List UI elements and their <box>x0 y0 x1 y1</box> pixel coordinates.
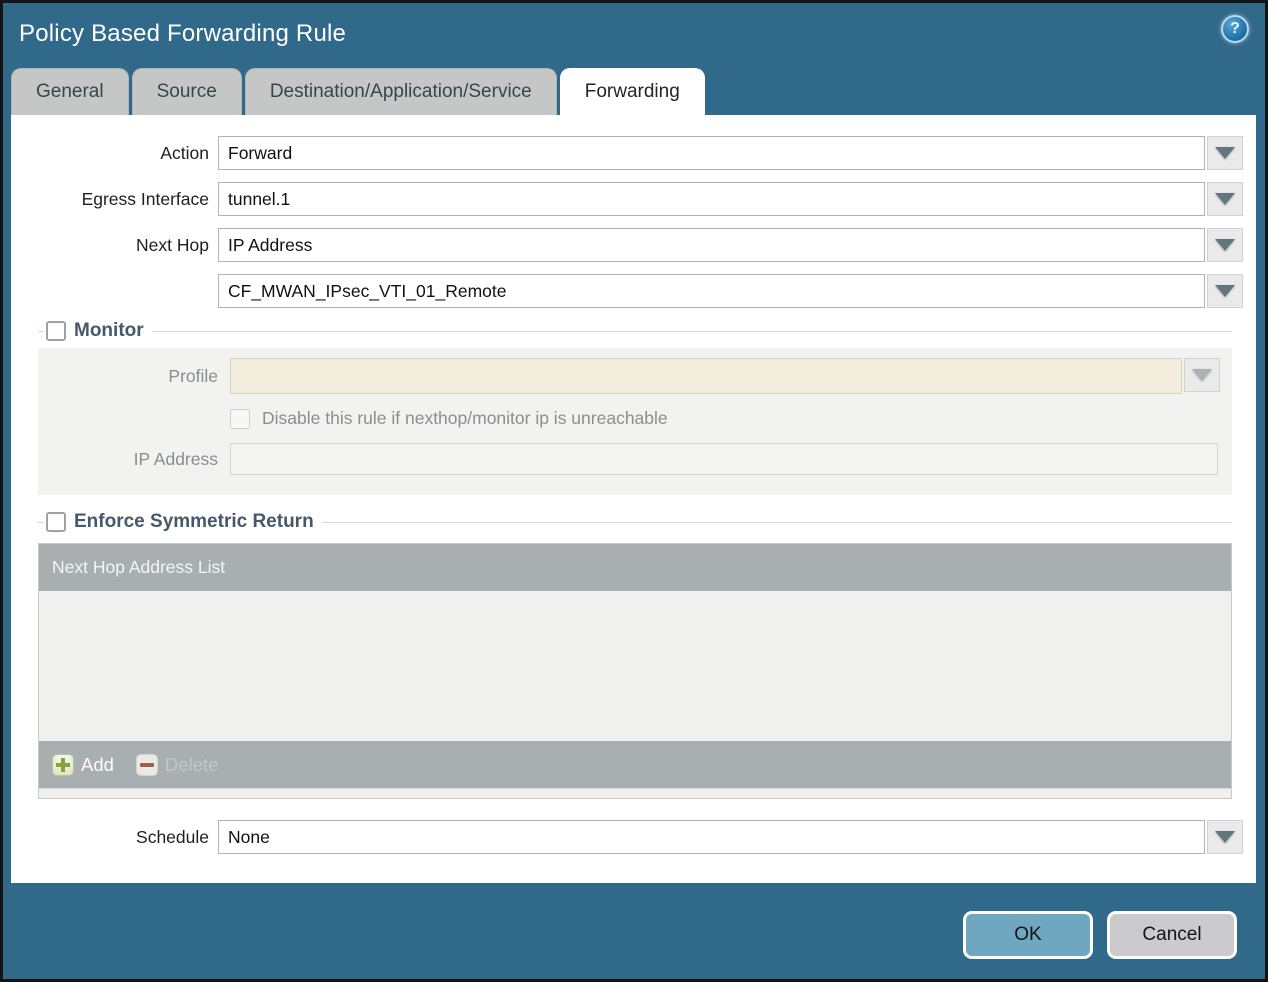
cancel-button[interactable]: Cancel <box>1107 911 1237 959</box>
monitor-legend-label: Monitor <box>74 320 144 341</box>
next-hop-label: Next Hop <box>136 234 209 255</box>
add-button[interactable]: Add <box>52 753 114 776</box>
action-label: Action <box>160 142 209 163</box>
tab-bar: General Source Destination/Application/S… <box>3 68 1265 115</box>
egress-interface-label: Egress Interface <box>81 188 209 209</box>
monitor-ip-address-row: IP Address <box>38 443 1220 475</box>
monitor-checkbox[interactable] <box>46 321 66 341</box>
next-hop-address-row <box>11 274 1243 308</box>
monitor-body: Profile Disable this rule if nexthop/mon… <box>38 348 1232 495</box>
chevron-down-icon <box>1215 285 1235 297</box>
schedule-label: Schedule <box>136 826 209 847</box>
egress-interface-row: Egress Interface <box>11 182 1243 216</box>
dialog-footer: OK Cancel <box>3 883 1265 979</box>
next-hop-address-input[interactable] <box>218 274 1205 308</box>
schedule-dropdown-button[interactable] <box>1207 820 1243 854</box>
egress-interface-dropdown-button[interactable] <box>1207 182 1243 216</box>
tab-label: Forwarding <box>584 81 680 102</box>
action-dropdown-button[interactable] <box>1207 136 1243 170</box>
horizontal-scrollbar[interactable] <box>38 788 1232 799</box>
chevron-down-icon <box>1215 239 1235 251</box>
profile-input <box>230 358 1182 394</box>
monitor-fieldset: Monitor Profile Disable this rule if nex… <box>38 320 1232 495</box>
add-plus-icon <box>52 753 74 776</box>
chevron-down-icon <box>1215 193 1235 205</box>
monitor-legend: Monitor <box>44 320 152 342</box>
tab-destination-application-service[interactable]: Destination/Application/Service <box>244 68 557 115</box>
next-hop-type-input[interactable] <box>218 228 1205 262</box>
delete-button: Delete <box>135 753 219 776</box>
tab-source[interactable]: Source <box>131 68 242 115</box>
table-footer: Add Delete <box>39 741 1231 788</box>
symmetric-return-legend: Enforce Symmetric Return <box>44 511 322 533</box>
next-hop-address-dropdown-button[interactable] <box>1207 274 1243 308</box>
schedule-row: Schedule <box>11 820 1243 854</box>
next-hop-row: Next Hop <box>11 228 1243 262</box>
disable-rule-row: Disable this rule if nexthop/monitor ip … <box>38 408 1220 429</box>
chevron-down-icon <box>1215 147 1235 159</box>
profile-row: Profile <box>38 358 1220 394</box>
symmetric-return-legend-label: Enforce Symmetric Return <box>74 511 314 532</box>
tab-label: Source <box>156 81 217 102</box>
chevron-down-icon <box>1192 369 1212 381</box>
next-hop-address-list-table: Next Hop Address List Add Delete <box>38 543 1232 788</box>
monitor-ip-address-label: IP Address <box>133 448 218 469</box>
table-header-label: Next Hop Address List <box>52 557 226 577</box>
tab-label: General <box>36 81 104 102</box>
forwarding-tab-panel: Action Egress Interface Next Hop <box>11 115 1256 883</box>
tab-general[interactable]: General <box>11 68 129 115</box>
help-glyph: ? <box>1230 20 1240 37</box>
action-row: Action <box>11 136 1243 170</box>
tab-label: Destination/Application/Service <box>269 81 532 102</box>
help-icon[interactable]: ? <box>1221 15 1249 43</box>
add-button-label: Add <box>81 753 114 775</box>
policy-based-forwarding-dialog: Policy Based Forwarding Rule ? General S… <box>0 0 1268 982</box>
table-header: Next Hop Address List <box>39 544 1231 591</box>
profile-label: Profile <box>168 365 218 386</box>
disable-rule-checkbox <box>230 408 250 429</box>
next-hop-type-dropdown-button[interactable] <box>1207 228 1243 262</box>
egress-interface-input[interactable] <box>218 182 1205 216</box>
disable-rule-label: Disable this rule if nexthop/monitor ip … <box>262 408 668 428</box>
monitor-ip-address-input <box>230 443 1218 475</box>
chevron-down-icon <box>1215 831 1235 843</box>
delete-button-label: Delete <box>164 753 219 775</box>
enforce-symmetric-return-checkbox[interactable] <box>46 512 66 532</box>
dialog-title: Policy Based Forwarding Rule <box>19 20 347 47</box>
schedule-input[interactable] <box>218 820 1205 854</box>
tab-forwarding[interactable]: Forwarding <box>559 68 705 115</box>
dialog-titlebar: Policy Based Forwarding Rule ? <box>3 3 1265 68</box>
ok-button[interactable]: OK <box>963 911 1093 959</box>
table-body-empty[interactable] <box>39 591 1231 741</box>
profile-dropdown-button <box>1184 358 1220 392</box>
action-input[interactable] <box>218 136 1205 170</box>
delete-minus-icon <box>135 753 158 776</box>
symmetric-return-fieldset: Enforce Symmetric Return Next Hop Addres… <box>38 511 1232 799</box>
